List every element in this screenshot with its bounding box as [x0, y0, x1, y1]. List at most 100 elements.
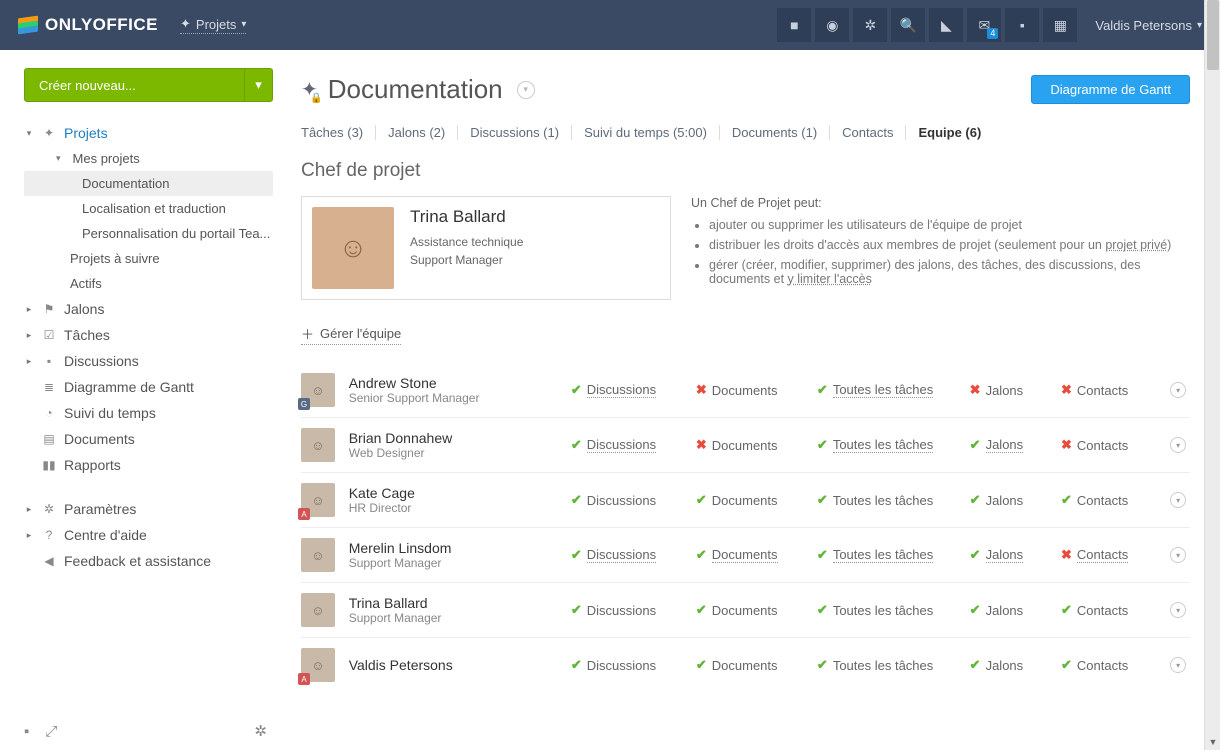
- perm-jalons[interactable]: ✔Jalons: [970, 602, 1047, 618]
- sidebar-item-projects-to-follow[interactable]: Projets à suivre: [24, 246, 273, 271]
- row-more-icon[interactable]: ▾: [1170, 437, 1186, 453]
- sidebar-item-my-projects[interactable]: ▾ Mes projets: [24, 146, 273, 171]
- sidebar-item-documents[interactable]: ▤ Documents: [24, 426, 273, 452]
- check-icon: ✔: [970, 657, 981, 673]
- sidebar-item-milestones[interactable]: ▸ ⚑ Jalons: [24, 296, 273, 322]
- perm-documents[interactable]: ✖Documents: [696, 437, 803, 453]
- create-new-button[interactable]: Créer nouveau... ▾: [24, 68, 273, 102]
- chat-footer-icon[interactable]: ▪: [24, 723, 29, 740]
- row-more-icon[interactable]: ▾: [1170, 382, 1186, 398]
- sidebar-item-feedback[interactable]: ◀ Feedback et assistance: [24, 548, 273, 574]
- sidebar-item-timetracking[interactable]: ◔ Suivi du temps: [24, 400, 273, 426]
- perm-discussions[interactable]: ✔Discussions: [571, 547, 682, 563]
- sidebar-item-label: Projets à suivre: [70, 251, 160, 266]
- check-icon: ✔: [696, 602, 707, 618]
- check-icon: ✔: [571, 437, 582, 453]
- perm-jalons[interactable]: ✔Jalons: [970, 492, 1047, 508]
- sidebar-item-gantt[interactable]: ≣ Diagramme de Gantt: [24, 374, 273, 400]
- tab[interactable]: Equipe (6): [906, 125, 993, 140]
- chat-icon[interactable]: ▪: [1005, 8, 1039, 42]
- perm-jalons[interactable]: ✔Jalons: [970, 657, 1047, 673]
- private-project-link[interactable]: projet privé: [1105, 238, 1167, 252]
- settings-icon[interactable]: ✲: [853, 8, 887, 42]
- tab[interactable]: Documents (1): [720, 125, 830, 140]
- page-header: ✦🔒 Documentation ▾ Diagramme de Gantt: [301, 74, 1190, 105]
- member-name: Andrew Stone: [349, 375, 557, 391]
- sidebar-item-discussions[interactable]: ▸ ▪ Discussions: [24, 348, 273, 374]
- project-manager-row: ☺ Trina Ballard Assistance technique Sup…: [301, 196, 1190, 300]
- sidebar-item-tasks[interactable]: ▸ ☑ Tâches: [24, 322, 273, 348]
- perm-jalons[interactable]: ✔Jalons: [970, 547, 1047, 563]
- member-name: Kate Cage: [349, 485, 557, 501]
- perm-jalons[interactable]: ✖Jalons: [970, 382, 1047, 398]
- scroll-thumb[interactable]: [1207, 0, 1219, 70]
- perm-discussions[interactable]: ✔Discussions: [571, 382, 682, 398]
- tab[interactable]: Jalons (2): [376, 125, 458, 140]
- perm-discussions[interactable]: ✔Discussions: [571, 657, 682, 673]
- gantt-button-label: Diagramme de Gantt: [1050, 82, 1171, 97]
- perm-contacts[interactable]: ✔Contacts: [1061, 602, 1156, 618]
- limit-access-link[interactable]: y limiter l'accès: [788, 272, 872, 286]
- module-switcher[interactable]: ✦ Projets ▾: [180, 16, 246, 34]
- perm-label: Jalons: [986, 383, 1024, 398]
- logo[interactable]: ONLYOFFICE: [18, 15, 158, 35]
- row-more-icon[interactable]: ▾: [1170, 602, 1186, 618]
- perm-toutes_taches[interactable]: ✔Toutes les tâches: [817, 437, 956, 453]
- sidebar-item-reports[interactable]: ▮▮ Rapports: [24, 452, 273, 478]
- row-more-icon[interactable]: ▾: [1170, 547, 1186, 563]
- gantt-button[interactable]: Diagramme de Gantt: [1031, 75, 1190, 104]
- search-icon[interactable]: 🔍: [891, 8, 925, 42]
- perm-toutes_taches[interactable]: ✔Toutes les tâches: [817, 382, 956, 398]
- calendar-icon[interactable]: ▦: [1043, 8, 1077, 42]
- tab[interactable]: Suivi du temps (5:00): [572, 125, 720, 140]
- perm-toutes_taches[interactable]: ✔Toutes les tâches: [817, 657, 956, 673]
- page-more-icon[interactable]: ▾: [517, 81, 535, 99]
- perm-documents[interactable]: ✔Documents: [696, 492, 803, 508]
- perm-jalons[interactable]: ✔Jalons: [970, 437, 1047, 453]
- tab[interactable]: Contacts: [830, 125, 906, 140]
- video-icon[interactable]: ■: [777, 8, 811, 42]
- sidebar-item-label: Localisation et traduction: [82, 201, 226, 216]
- manage-team-button[interactable]: ＋ Gérer l'équipe: [301, 324, 401, 345]
- perm-documents[interactable]: ✔Documents: [696, 602, 803, 618]
- sidebar-item-settings[interactable]: ▸ ✲ Paramètres: [24, 496, 273, 522]
- vertical-scrollbar[interactable]: ▲ ▼: [1204, 0, 1220, 750]
- perm-contacts[interactable]: ✖Contacts: [1061, 382, 1156, 398]
- perm-toutes_taches[interactable]: ✔Toutes les tâches: [817, 547, 956, 563]
- currency-icon[interactable]: ◉: [815, 8, 849, 42]
- sidebar-item-projects[interactable]: ▾ ✦ Projets: [24, 120, 273, 146]
- perm-contacts[interactable]: ✔Contacts: [1061, 492, 1156, 508]
- row-more-icon[interactable]: ▾: [1170, 657, 1186, 673]
- help-icon: ?: [42, 528, 56, 542]
- gear-footer-icon[interactable]: ✲: [254, 722, 267, 740]
- perm-discussions[interactable]: ✔Discussions: [571, 492, 682, 508]
- perm-documents[interactable]: ✔Documents: [696, 547, 803, 563]
- tab[interactable]: Discussions (1): [458, 125, 572, 140]
- perm-documents[interactable]: ✖Documents: [696, 382, 803, 398]
- perm-label: Discussions: [587, 658, 656, 673]
- sidebar-item-localisation[interactable]: Localisation et traduction: [24, 196, 273, 221]
- perm-discussions[interactable]: ✔Discussions: [571, 437, 682, 453]
- expand-footer-icon[interactable]: ⤢: [45, 723, 57, 740]
- sidebar-item-documentation[interactable]: Documentation: [24, 171, 273, 196]
- perm-toutes_taches[interactable]: ✔Toutes les tâches: [817, 602, 956, 618]
- member-role: Senior Support Manager: [349, 391, 557, 405]
- perm-contacts[interactable]: ✖Contacts: [1061, 437, 1156, 453]
- mail-icon[interactable]: ✉4: [967, 8, 1001, 42]
- bookmark-icon[interactable]: ◣: [929, 8, 963, 42]
- perm-toutes_taches[interactable]: ✔Toutes les tâches: [817, 492, 956, 508]
- member-role: Support Manager: [349, 556, 557, 570]
- sidebar-item-active[interactable]: Actifs: [24, 271, 273, 296]
- perm-contacts[interactable]: ✖Contacts: [1061, 547, 1156, 563]
- scroll-down-icon[interactable]: ▼: [1205, 734, 1220, 750]
- user-menu[interactable]: Valdis Petersons ▾: [1095, 18, 1202, 33]
- perm-contacts[interactable]: ✔Contacts: [1061, 657, 1156, 673]
- tab[interactable]: Tâches (3): [301, 125, 376, 140]
- row-more-icon[interactable]: ▾: [1170, 492, 1186, 508]
- team-row: ☺AValdis Petersons✔Discussions✔Documents…: [301, 638, 1190, 692]
- perm-documents[interactable]: ✔Documents: [696, 657, 803, 673]
- perm-discussions[interactable]: ✔Discussions: [571, 602, 682, 618]
- sidebar-item-help[interactable]: ▸ ? Centre d'aide: [24, 522, 273, 548]
- manager-role: Support Manager: [410, 253, 523, 267]
- sidebar-item-personalization[interactable]: Personnalisation du portail Tea...: [24, 221, 273, 246]
